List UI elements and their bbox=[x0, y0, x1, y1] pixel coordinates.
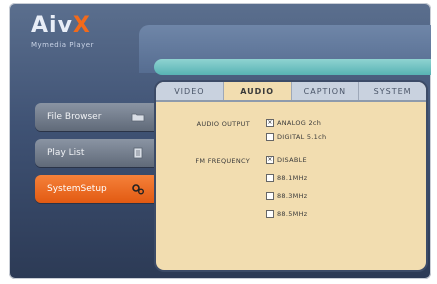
fm-option-88-1[interactable]: 88.1MHz bbox=[266, 174, 307, 182]
checkbox-icon[interactable] bbox=[266, 174, 274, 182]
gear-icon bbox=[131, 184, 145, 195]
sidebar-item-label: SystemSetup bbox=[47, 184, 107, 194]
checkbox-icon[interactable] bbox=[266, 133, 274, 141]
checkbox-icon[interactable] bbox=[266, 192, 274, 200]
audio-output-option-analog[interactable]: × ANALOG 2ch bbox=[266, 119, 321, 127]
checkbox-checked-icon[interactable]: × bbox=[266, 119, 274, 127]
playlist-icon bbox=[131, 147, 145, 159]
tab-caption[interactable]: CAPTION bbox=[292, 82, 360, 100]
sidebar-item-system-setup[interactable]: SystemSetup bbox=[35, 175, 155, 203]
tab-system[interactable]: SYSTEM bbox=[359, 82, 426, 100]
app-subtitle: Mymedia Player bbox=[31, 41, 94, 49]
sidebar-item-file-browser[interactable]: File Browser bbox=[35, 103, 155, 131]
fm-option-88-5[interactable]: 88.5MHz bbox=[266, 210, 307, 218]
sidebar-item-label: File Browser bbox=[47, 112, 102, 122]
tab-video[interactable]: VIDEO bbox=[156, 82, 224, 100]
fm-frequency-label: FM FREQUENCY bbox=[195, 157, 250, 165]
audio-output-option-digital[interactable]: DIGITAL 5.1ch bbox=[266, 133, 326, 141]
checkbox-checked-icon[interactable]: × bbox=[266, 156, 274, 164]
fm-option-88-3[interactable]: 88.3MHz bbox=[266, 192, 307, 200]
header-strip bbox=[154, 59, 431, 75]
settings-panel: VIDEO AUDIO CAPTION SYSTEM AUDIO OUTPUT … bbox=[156, 82, 426, 270]
app-window: AivX Mymedia Player File Browser Play Li… bbox=[9, 3, 431, 279]
sidebar: File Browser Play List SystemSetup bbox=[35, 103, 155, 211]
app-logo: AivX bbox=[31, 13, 91, 38]
settings-tabs: VIDEO AUDIO CAPTION SYSTEM bbox=[156, 82, 426, 102]
folder-icon bbox=[131, 112, 145, 123]
checkbox-icon[interactable] bbox=[266, 210, 274, 218]
sidebar-item-play-list[interactable]: Play List bbox=[35, 139, 155, 167]
tab-audio[interactable]: AUDIO bbox=[223, 82, 292, 100]
sidebar-item-label: Play List bbox=[47, 148, 85, 158]
fm-option-disable[interactable]: × DISABLE bbox=[266, 156, 307, 164]
audio-output-label: AUDIO OUTPUT bbox=[196, 120, 250, 128]
